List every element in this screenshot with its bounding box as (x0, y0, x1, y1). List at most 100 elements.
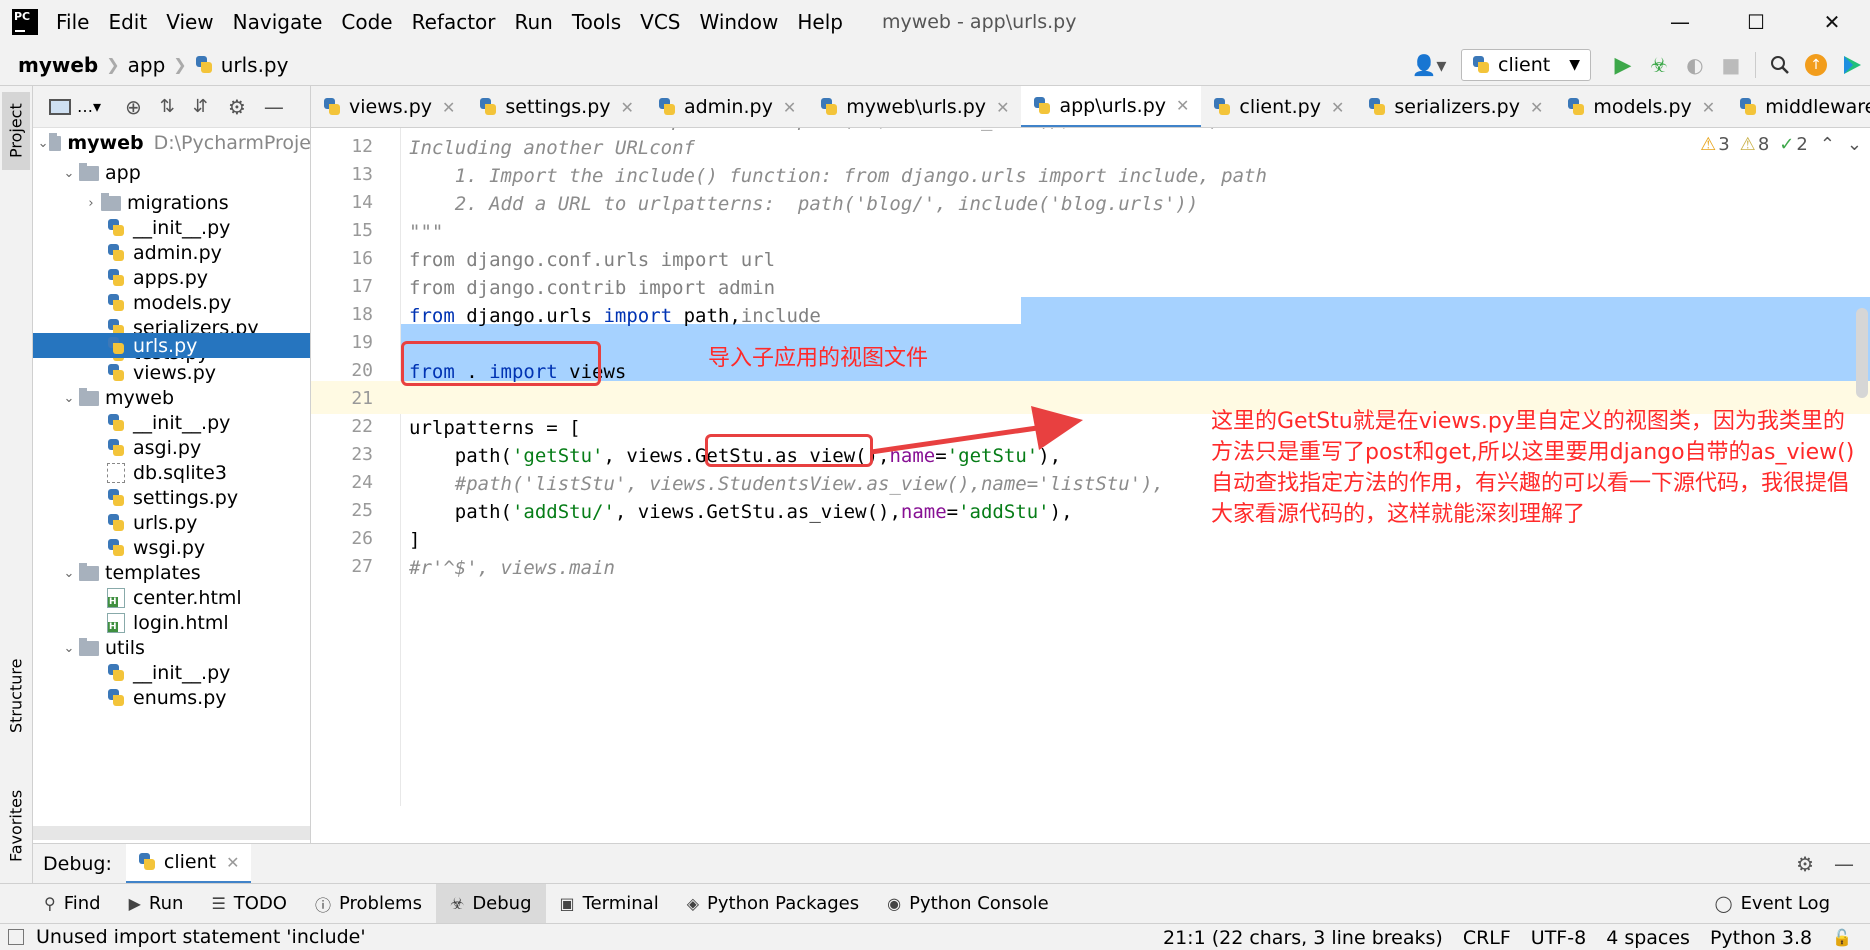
horizontal-scrollbar[interactable] (33, 826, 310, 840)
menu-code[interactable]: Code (341, 10, 392, 34)
tool-debug[interactable]: ☣ Debug (435, 883, 546, 924)
tree-label: center.html (133, 587, 242, 609)
gear-icon[interactable]: ⚙ (228, 95, 246, 119)
favorites-tool-tab[interactable]: Favorites (2, 776, 30, 876)
tree-root[interactable]: ⌄ myweb D:\PycharmProje (33, 128, 311, 158)
chevron-down-icon: ⌄ (63, 390, 75, 406)
menu-bar: File Edit View Navigate Code Refactor Ru… (56, 10, 862, 34)
breadcrumb-folder[interactable]: app (128, 53, 166, 77)
caret-position[interactable]: 21:1 (22 chars, 3 line breaks) (1163, 927, 1443, 949)
tree-row[interactable]: enums.py (33, 683, 310, 713)
minimize-icon[interactable]: — (1642, 0, 1718, 44)
close-tab-icon[interactable]: ✕ (996, 98, 1009, 117)
stop-icon[interactable]: ■ (1713, 47, 1749, 83)
line-number: 21 (351, 388, 373, 409)
breadcrumb-file[interactable]: urls.py (221, 53, 289, 77)
tab-serializers-py[interactable]: serializers.py ✕ (1356, 86, 1555, 127)
menu-window[interactable]: Window (699, 10, 778, 34)
tab-settings-py[interactable]: settings.py ✕ (467, 86, 646, 127)
chevron-up-icon[interactable]: ⌃ (1820, 134, 1835, 155)
tool-terminal[interactable]: ▣ Terminal (546, 884, 673, 924)
inspection-widget[interactable]: ⚠ 3 ⚠ 8 ✓ 2 ⌃ ⌄ (1700, 134, 1862, 155)
tool-find[interactable]: ⚲ Find (30, 884, 115, 924)
close-tab-icon[interactable]: ✕ (226, 853, 239, 872)
jetbrains-plugin-icon[interactable] (1834, 47, 1870, 83)
close-tab-icon[interactable]: ✕ (783, 98, 796, 117)
debug-bug-icon[interactable]: ☣ (1641, 47, 1677, 83)
tab-views-py[interactable]: views.py ✕ (311, 86, 467, 127)
run-icon: ▶ (128, 894, 141, 913)
line-separator[interactable]: CRLF (1463, 927, 1511, 949)
tab-admin-py[interactable]: admin.py ✕ (646, 86, 808, 127)
menu-tools[interactable]: Tools (572, 10, 621, 34)
tool-event-log[interactable]: ◯ Event Log (1701, 884, 1844, 924)
menu-help[interactable]: Help (797, 10, 843, 34)
indent-setting[interactable]: 4 spaces (1606, 927, 1690, 949)
close-tab-icon[interactable]: ✕ (1530, 98, 1543, 117)
close-tab-icon[interactable]: ✕ (1176, 96, 1189, 115)
menu-navigate[interactable]: Navigate (233, 10, 323, 34)
tool-label: Event Log (1740, 893, 1830, 914)
breadcrumb-project[interactable]: myweb (18, 53, 98, 77)
locate-icon[interactable]: ⊕ (125, 95, 142, 119)
close-tab-icon[interactable]: ✕ (442, 98, 455, 117)
code-editor[interactable]: 11 12 13 14 15 16 17 18 19 20 21 22 23 2… (311, 128, 1870, 806)
lock-icon[interactable]: 🔓 (1832, 928, 1852, 947)
search-icon[interactable] (1762, 47, 1798, 83)
breadcrumb: myweb ❯ app ❯ urls.py (18, 53, 288, 77)
menu-vcs[interactable]: VCS (640, 10, 680, 34)
python-interpreter[interactable]: Python 3.8 (1710, 927, 1812, 949)
layout-toggle-icon[interactable] (8, 929, 24, 945)
menu-edit[interactable]: Edit (108, 10, 147, 34)
tool-todo[interactable]: ☰ TODO (197, 884, 301, 924)
maximize-icon[interactable]: ☐ (1718, 0, 1794, 44)
tab-app-urls-py[interactable]: app\urls.py ✕ (1021, 86, 1202, 127)
run-config-select[interactable]: client ▼ (1461, 49, 1591, 81)
tree-root-path: D:\PycharmProje (153, 132, 311, 154)
close-tab-icon[interactable]: ✕ (1331, 98, 1344, 117)
tool-run[interactable]: ▶ Run (115, 884, 198, 924)
project-tool-tab[interactable]: Project (2, 92, 30, 170)
structure-tool-tab[interactable]: Structure (2, 646, 30, 746)
tool-label: Python Packages (707, 893, 860, 914)
file-encoding[interactable]: UTF-8 (1531, 927, 1586, 949)
line-number: 16 (351, 248, 373, 269)
menu-file[interactable]: File (56, 10, 89, 34)
code-line: from django.urls import path,include (409, 300, 821, 333)
close-tab-icon[interactable]: ✕ (621, 98, 634, 117)
gear-icon[interactable]: ⚙ (1796, 852, 1814, 876)
hide-panel-icon[interactable]: — (1834, 852, 1854, 876)
hide-panel-icon[interactable]: — (264, 95, 284, 119)
python-console-icon: ◉ (887, 894, 902, 913)
python-file-icon (107, 688, 125, 708)
menu-run[interactable]: Run (515, 10, 553, 34)
vertical-scrollbar[interactable] (1856, 308, 1868, 398)
tool-python-console[interactable]: ◉ Python Console (873, 884, 1063, 924)
close-tab-icon[interactable]: ✕ (1702, 98, 1715, 117)
view-dropdown-icon[interactable]: …▾ (77, 97, 101, 116)
run-icon[interactable]: ▶ (1605, 47, 1641, 83)
tab-client-py[interactable]: client.py ✕ (1201, 86, 1356, 127)
collapse-all-icon[interactable]: ⇵ (193, 96, 208, 117)
debug-session-tab[interactable]: client ✕ (125, 843, 252, 884)
python-file-icon (107, 438, 125, 458)
chevron-down-icon[interactable]: ⌄ (1847, 134, 1862, 155)
close-icon[interactable]: ✕ (1794, 0, 1870, 44)
tree-row[interactable]: ⌄ app (33, 158, 310, 188)
expand-all-icon[interactable]: ⇅ (160, 96, 175, 117)
tree-row-selected[interactable]: urls.py (33, 333, 310, 358)
user-icon[interactable]: 👤▾ (1411, 47, 1447, 83)
menu-refactor[interactable]: Refactor (412, 10, 496, 34)
menu-view[interactable]: View (166, 10, 213, 34)
update-icon[interactable]: ↑ (1798, 47, 1834, 83)
tab-models-py[interactable]: models.py ✕ (1555, 86, 1727, 127)
tree-label: apps.py (133, 267, 209, 289)
tab-middlewares-py[interactable]: middlewares.p (1727, 86, 1870, 127)
line-number: 15 (351, 220, 373, 241)
coverage-icon[interactable]: ◐ (1677, 47, 1713, 83)
tree-root-label: myweb (67, 132, 144, 154)
tab-myweb-urls-py[interactable]: myweb\urls.py ✕ (808, 86, 1021, 127)
tool-python-packages[interactable]: ◈ Python Packages (673, 884, 873, 924)
tool-problems[interactable]: ⓘ Problems (301, 884, 436, 924)
project-view-icon[interactable] (49, 98, 71, 115)
